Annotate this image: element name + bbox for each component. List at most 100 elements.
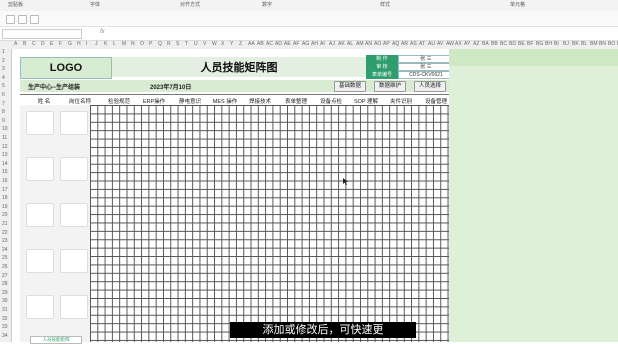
data-maintenance-button[interactable]: 数据维护: [374, 81, 407, 92]
row-number[interactable]: 3: [2, 66, 5, 72]
sheet-tab[interactable]: 人员技能矩阵: [30, 336, 82, 344]
row-number[interactable]: 31: [2, 307, 8, 313]
column-letter[interactable]: AI: [320, 41, 325, 47]
column-letter[interactable]: Y: [230, 41, 233, 47]
row-number[interactable]: 21: [2, 221, 8, 227]
row-number[interactable]: 16: [2, 178, 8, 184]
column-letter[interactable]: H: [77, 41, 81, 47]
column-letter[interactable]: O: [140, 41, 144, 47]
column-letter[interactable]: AE: [284, 41, 291, 47]
row-number[interactable]: 18: [2, 195, 8, 201]
column-letter[interactable]: BI: [554, 41, 559, 47]
column-letter[interactable]: AG: [302, 41, 309, 47]
person-card[interactable]: [26, 249, 54, 273]
info-value-form-number[interactable]: CDS-CKV0021: [398, 71, 454, 79]
row-number[interactable]: 26: [2, 264, 8, 270]
column-letter[interactable]: X: [221, 41, 224, 47]
row-number[interactable]: 20: [2, 212, 8, 218]
column-letter[interactable]: AF: [293, 41, 299, 47]
row-number[interactable]: 1: [2, 49, 5, 55]
column-letter[interactable]: AA: [248, 41, 255, 47]
column-letter[interactable]: BF: [527, 41, 533, 47]
column-letter[interactable]: G: [68, 41, 72, 47]
column-letter[interactable]: AO: [374, 41, 381, 47]
row-number[interactable]: 7: [2, 101, 5, 107]
column-letter[interactable]: D: [41, 41, 45, 47]
row-number[interactable]: 15: [2, 169, 8, 175]
row-number[interactable]: 34: [2, 333, 8, 339]
fx-icon[interactable]: fx: [100, 29, 105, 35]
row-number[interactable]: 24: [2, 247, 8, 253]
ribbon-group-cells[interactable]: 单元格: [510, 1, 525, 8]
column-letter[interactable]: AL: [347, 41, 353, 47]
save-icon[interactable]: [30, 15, 39, 24]
info-value-maker[interactable]: 张 三: [398, 55, 454, 63]
ribbon-group-styles[interactable]: 样式: [380, 1, 390, 8]
row-number[interactable]: 11: [2, 135, 7, 141]
row-number[interactable]: 17: [2, 187, 8, 193]
redo-icon[interactable]: [18, 15, 27, 24]
row-number[interactable]: 8: [2, 109, 5, 115]
column-letter[interactable]: BE: [518, 41, 525, 47]
column-letter[interactable]: BA: [482, 41, 489, 47]
column-letter[interactable]: F: [59, 41, 62, 47]
column-letter[interactable]: T: [185, 41, 188, 47]
row-number[interactable]: 5: [2, 83, 5, 89]
column-letter[interactable]: BM: [590, 41, 598, 47]
position-card[interactable]: [60, 111, 88, 135]
row-number[interactable]: 10: [2, 126, 8, 132]
column-letter[interactable]: C: [32, 41, 36, 47]
row-number[interactable]: 6: [2, 92, 5, 98]
column-letter[interactable]: W: [212, 41, 217, 47]
row-number[interactable]: 13: [2, 152, 8, 158]
row-number[interactable]: 4: [2, 75, 5, 81]
person-card[interactable]: [26, 157, 54, 181]
column-letter[interactable]: N: [131, 41, 135, 47]
name-box[interactable]: [2, 29, 82, 39]
column-letter[interactable]: AT: [419, 41, 425, 47]
person-select-button[interactable]: 人员选择: [414, 81, 447, 92]
basic-data-button[interactable]: 基础数据: [334, 81, 367, 92]
skill-matrix-grid[interactable]: [90, 105, 455, 342]
row-number[interactable]: 12: [2, 144, 8, 150]
column-letter[interactable]: AU: [428, 41, 435, 47]
position-card[interactable]: [60, 249, 88, 273]
column-letter[interactable]: BC: [500, 41, 507, 47]
column-letter[interactable]: AN: [365, 41, 372, 47]
column-letter[interactable]: Q: [158, 41, 162, 47]
undo-icon[interactable]: [6, 15, 15, 24]
column-letter[interactable]: AC: [266, 41, 273, 47]
position-card[interactable]: [60, 295, 88, 319]
row-number[interactable]: 32: [2, 316, 8, 322]
ribbon-group-font[interactable]: 字体: [90, 1, 100, 8]
column-letter[interactable]: Z: [239, 41, 242, 47]
ribbon-group-clipboard[interactable]: 剪贴板: [8, 1, 23, 8]
row-number[interactable]: 28: [2, 281, 8, 287]
column-letter[interactable]: U: [194, 41, 198, 47]
column-letter[interactable]: J: [95, 41, 98, 47]
column-letter[interactable]: K: [104, 41, 107, 47]
column-letter[interactable]: AR: [401, 41, 408, 47]
column-letter[interactable]: E: [50, 41, 53, 47]
column-letter[interactable]: A: [14, 41, 17, 47]
column-letter[interactable]: AS: [410, 41, 417, 47]
person-card[interactable]: [26, 111, 54, 135]
row-number[interactable]: 19: [2, 204, 8, 210]
column-letter[interactable]: BJ: [563, 41, 569, 47]
position-card[interactable]: [60, 157, 88, 181]
column-letter[interactable]: AK: [338, 41, 345, 47]
column-letter[interactable]: P: [149, 41, 152, 47]
column-letter[interactable]: M: [122, 41, 126, 47]
column-letter[interactable]: AB: [257, 41, 264, 47]
column-letter[interactable]: BN: [599, 41, 606, 47]
column-letter[interactable]: AX: [455, 41, 462, 47]
person-card[interactable]: [26, 295, 54, 319]
column-letter[interactable]: AW: [446, 41, 454, 47]
column-letter[interactable]: V: [203, 41, 206, 47]
info-value-reviewer[interactable]: 张 三: [398, 63, 454, 71]
column-letter[interactable]: BH: [545, 41, 552, 47]
row-number[interactable]: 30: [2, 298, 8, 304]
column-letter[interactable]: L: [113, 41, 116, 47]
column-letter[interactable]: AQ: [392, 41, 399, 47]
column-letter[interactable]: AZ: [473, 41, 479, 47]
